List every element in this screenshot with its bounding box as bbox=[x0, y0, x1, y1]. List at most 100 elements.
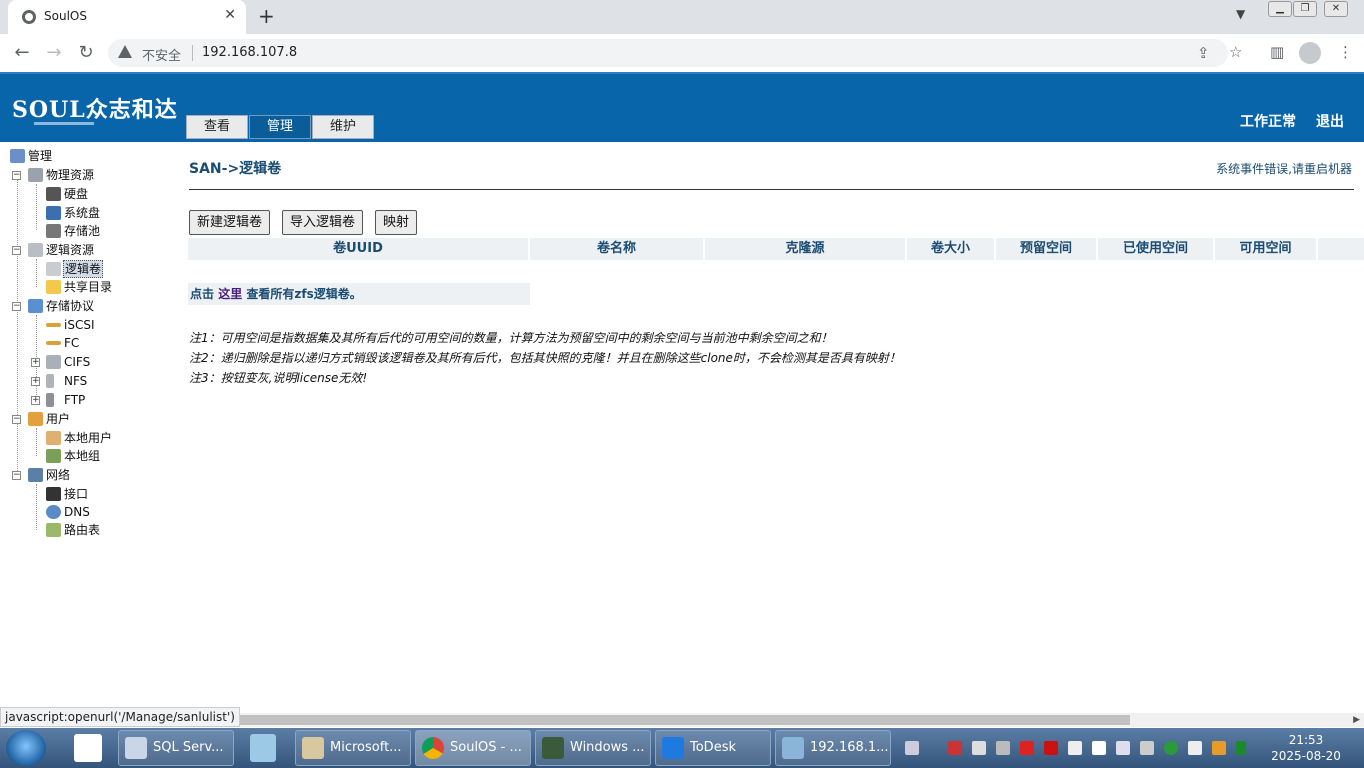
tree-local-groups-label[interactable]: 本地组 bbox=[64, 447, 100, 465]
close-tab-icon[interactable]: ✕ bbox=[224, 7, 236, 23]
vc-app-icon[interactable] bbox=[74, 734, 102, 762]
column-header: 卷名称 bbox=[530, 238, 705, 260]
restore-icon[interactable]: ❐ bbox=[1293, 1, 1317, 17]
taskbar-item-microsoft[interactable]: Microsoft... bbox=[295, 730, 411, 766]
tree-logical-label[interactable]: 逻辑资源 bbox=[46, 241, 94, 259]
insecure-label[interactable]: 不安全 bbox=[142, 45, 181, 64]
tray-app-icon[interactable] bbox=[1092, 741, 1106, 755]
profile-avatar[interactable] bbox=[1299, 42, 1321, 64]
expand-icon[interactable]: + bbox=[31, 358, 40, 367]
tray-app-icon[interactable] bbox=[948, 741, 962, 755]
sync-icon[interactable] bbox=[1164, 741, 1178, 755]
share-icon[interactable]: ⇪ bbox=[1197, 44, 1210, 62]
note-3: 注3：按钮变灰,说明license无效! bbox=[189, 371, 368, 385]
tree-logical-volume-label[interactable]: 逻辑卷 bbox=[63, 260, 104, 278]
tray-app-icon[interactable] bbox=[1236, 741, 1246, 755]
users-icon bbox=[28, 412, 43, 426]
browser-tab-bar: SoulOS ✕ + ▼ ▁ ❐ ✕ bbox=[0, 0, 1364, 34]
tab-manage[interactable]: 管理 bbox=[249, 115, 311, 139]
scrollbar-thumb[interactable] bbox=[232, 715, 1130, 725]
drive-icon bbox=[46, 355, 61, 369]
tray-app-icon[interactable] bbox=[1068, 741, 1082, 755]
tree-protocols-label[interactable]: 存储协议 bbox=[46, 297, 94, 315]
menu-icon[interactable]: ⋮ bbox=[1338, 43, 1353, 61]
collapse-icon[interactable]: − bbox=[12, 415, 21, 424]
close-window-icon[interactable]: ✕ bbox=[1324, 1, 1348, 17]
shield-icon[interactable] bbox=[1020, 741, 1034, 755]
tree-dns-label[interactable]: DNS bbox=[64, 503, 90, 521]
tree-disk-label[interactable]: 硬盘 bbox=[64, 185, 88, 203]
view-all-link[interactable]: 这里 bbox=[218, 287, 242, 301]
import-volume-button[interactable]: 导入逻辑卷 bbox=[282, 210, 363, 235]
collapse-icon[interactable]: − bbox=[12, 246, 21, 255]
clock[interactable]: 21:53 2025-08-20 bbox=[1268, 732, 1344, 764]
new-tab-icon[interactable]: + bbox=[258, 4, 275, 28]
tree-system-disk-label[interactable]: 系统盘 bbox=[64, 204, 100, 222]
tree-root-label[interactable]: 管理 bbox=[28, 147, 52, 165]
taskbar-label: SoulOS - ... bbox=[450, 740, 522, 755]
tree-storage-pool-label[interactable]: 存储池 bbox=[64, 222, 100, 240]
tree-routes-label[interactable]: 路由表 bbox=[64, 521, 100, 539]
star-icon[interactable]: ☆ bbox=[1229, 43, 1242, 61]
keyboard-icon[interactable] bbox=[905, 741, 919, 755]
collapse-icon[interactable]: − bbox=[12, 471, 21, 480]
link-icon bbox=[46, 341, 61, 345]
status-link[interactable]: 工作正常 bbox=[1240, 111, 1296, 131]
horizontal-scrollbar[interactable]: ▶ bbox=[232, 713, 1364, 727]
minimize-icon[interactable]: ▁ bbox=[1268, 1, 1292, 17]
tree-iscsi-label[interactable]: iSCSI bbox=[64, 316, 95, 334]
forward-icon[interactable]: → bbox=[43, 42, 65, 63]
tree-interface-label[interactable]: 接口 bbox=[64, 485, 88, 503]
tray-app-icon[interactable] bbox=[1188, 741, 1202, 755]
tree-physical-label[interactable]: 物理资源 bbox=[46, 166, 94, 184]
collapse-icon[interactable]: − bbox=[12, 302, 21, 311]
folder-icon bbox=[46, 280, 61, 294]
tree-nfs-label[interactable]: NFS bbox=[64, 372, 87, 390]
taskbar-item-soulos[interactable]: SoulOS - ... bbox=[415, 730, 531, 766]
ime-icon[interactable] bbox=[1212, 741, 1226, 755]
logout-link[interactable]: 退出 bbox=[1316, 111, 1344, 131]
hint-suffix: 查看所有zfs逻辑卷。 bbox=[246, 287, 362, 301]
system-error-link[interactable]: 系统事件错误,请重启机器 bbox=[1216, 160, 1352, 177]
tab-maintain[interactable]: 维护 bbox=[312, 115, 374, 139]
column-header: 已使用空间 bbox=[1098, 238, 1215, 260]
tower-icon bbox=[46, 393, 54, 407]
new-volume-button[interactable]: 新建逻辑卷 bbox=[189, 210, 270, 235]
tree-users-label[interactable]: 用户 bbox=[46, 410, 70, 428]
tree-shared-dir-label[interactable]: 共享目录 bbox=[64, 278, 112, 296]
map-button[interactable]: 映射 bbox=[375, 210, 417, 235]
tray-app-icon[interactable] bbox=[972, 741, 986, 755]
back-icon[interactable]: ← bbox=[11, 42, 33, 63]
tree-ftp-label[interactable]: FTP bbox=[64, 391, 85, 409]
collapse-icon[interactable]: − bbox=[12, 171, 21, 180]
tab-view[interactable]: 查看 bbox=[186, 115, 248, 139]
expand-icon[interactable]: + bbox=[31, 377, 40, 386]
address-toolbar: ← → ↻ 不安全 192.168.107.8 ⇪ ☆ bbox=[0, 34, 1364, 72]
column-header: 卷UUID bbox=[188, 238, 530, 260]
omnibox[interactable]: 不安全 192.168.107.8 ⇪ ☆ bbox=[108, 39, 1242, 67]
notepad-icon[interactable] bbox=[250, 734, 276, 762]
network-tray-icon[interactable] bbox=[1140, 741, 1154, 755]
tree-network-label[interactable]: 网络 bbox=[46, 466, 70, 484]
taskbar-item-remote[interactable]: 192.168.1... bbox=[775, 730, 891, 766]
tray-app-icon[interactable] bbox=[996, 741, 1010, 755]
tree-cifs-label[interactable]: CIFS bbox=[64, 353, 90, 371]
tray-app-icon[interactable] bbox=[1044, 741, 1058, 755]
chevron-down-icon[interactable]: ▼ bbox=[1236, 7, 1245, 21]
manage-icon bbox=[10, 149, 25, 163]
tree-local-users-label[interactable]: 本地用户 bbox=[64, 429, 112, 447]
expand-icon[interactable]: + bbox=[31, 396, 40, 405]
scroll-right-icon[interactable]: ▶ bbox=[1353, 713, 1360, 727]
browser-tab[interactable]: SoulOS ✕ bbox=[8, 0, 246, 34]
taskbar-item-todesk[interactable]: ToDesk bbox=[655, 730, 771, 766]
app-header: SOUL众志和达 查看 管理 维护 工作正常 退出 bbox=[0, 74, 1364, 142]
start-button[interactable] bbox=[6, 730, 46, 766]
volume-icon[interactable] bbox=[1116, 741, 1130, 755]
sidepanel-icon[interactable]: ▥ bbox=[1270, 43, 1284, 61]
reload-icon[interactable]: ↻ bbox=[75, 42, 97, 63]
taskbar-item-sql[interactable]: SQL Serv... bbox=[118, 730, 234, 766]
taskbar-item-windows[interactable]: Windows ... bbox=[535, 730, 651, 766]
tree-fc-label[interactable]: FC bbox=[64, 334, 79, 352]
link-icon bbox=[46, 323, 61, 327]
url-text[interactable]: 192.168.107.8 bbox=[202, 45, 297, 60]
